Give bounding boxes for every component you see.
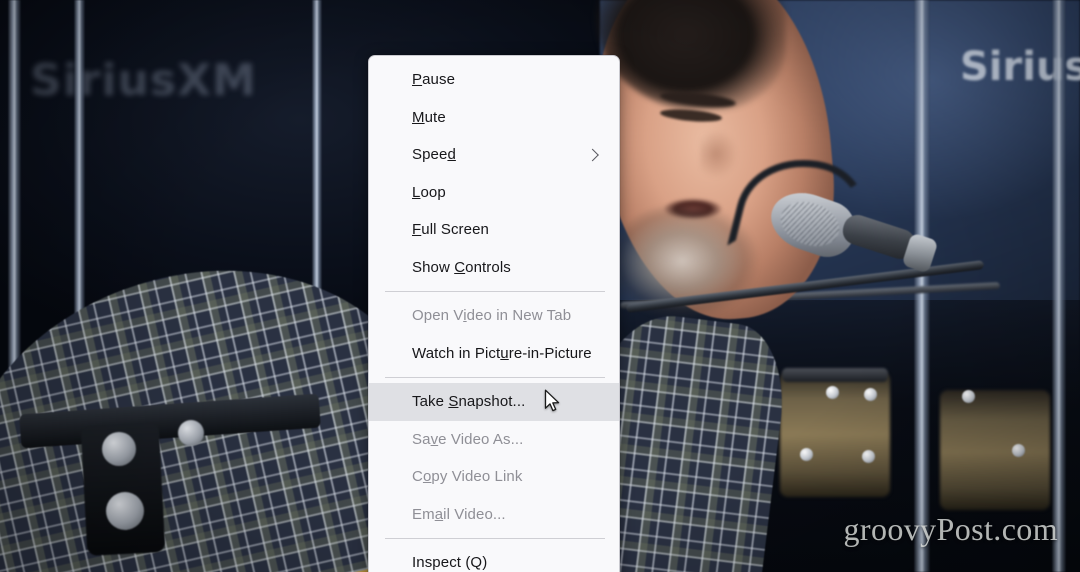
chevron-right-icon (586, 148, 599, 162)
menu-item-email-video: Email Video... (369, 496, 619, 534)
guitar-knob (102, 432, 136, 466)
menu-item-label: Show Controls (412, 258, 511, 276)
menu-item-label: Open Video in New Tab (412, 307, 572, 325)
drum-tom-right (940, 390, 1050, 510)
drum-lug (864, 388, 877, 401)
guitar-knob (106, 492, 144, 530)
menu-item-copy-video-link: Copy Video Link (369, 458, 619, 496)
menu-item-label: Mute (412, 108, 446, 126)
menu-item-loop[interactable]: Loop (369, 174, 619, 212)
studio-pole-5 (1052, 0, 1066, 572)
menu-item-label: Full Screen (412, 221, 489, 239)
menu-item-label: Email Video... (412, 505, 506, 523)
menu-item-label: Speed (412, 146, 456, 164)
menu-item-label: Loop (412, 183, 446, 201)
singer-nose (700, 120, 758, 186)
menu-separator (385, 377, 605, 378)
menu-item-mute[interactable]: Mute (369, 99, 619, 137)
drum-lug (826, 386, 839, 399)
site-watermark: groovyPost.com (843, 511, 1058, 547)
menu-item-label: Inspect (Q) (412, 554, 488, 572)
menu-item-inspect-q[interactable]: Inspect (Q) (369, 544, 619, 572)
drum-lug (1012, 444, 1025, 457)
menu-item-pause[interactable]: Pause (369, 61, 619, 99)
menu-item-save-video-as: Save Video As... (369, 421, 619, 459)
menu-item-full-screen[interactable]: Full Screen (369, 211, 619, 249)
menu-item-label: Watch in Picture-in-Picture (412, 344, 592, 362)
menu-item-label: Take Snapshot... (412, 393, 526, 411)
menu-separator (385, 538, 605, 539)
menu-item-label: Pause (412, 71, 456, 89)
backdrop-logo-left: SiriusXM (30, 55, 257, 106)
menu-item-watch-in-picture-in-picture[interactable]: Watch in Picture-in-Picture (369, 335, 619, 373)
drum-lug (862, 450, 875, 463)
drum-lug (800, 448, 813, 461)
studio-pole-2 (74, 0, 85, 330)
menu-item-open-video-in-new-tab: Open Video in New Tab (369, 297, 619, 335)
menu-item-label: Save Video As... (412, 430, 524, 448)
drum-rim (782, 368, 888, 382)
video-context-menu[interactable]: Pause Mute Speed Loop Full Screen Show Contro… (368, 55, 620, 572)
drum-lug (962, 390, 975, 403)
studio-pole-3 (312, 0, 322, 300)
menu-item-show-controls[interactable]: Show Controls (369, 249, 619, 287)
menu-item-speed[interactable]: Speed (369, 136, 619, 174)
menu-separator (385, 291, 605, 292)
menu-item-take-snapshot[interactable]: Take Snapshot... (369, 383, 619, 421)
menu-item-label: Copy Video Link (412, 468, 523, 486)
guitar-knob (178, 420, 204, 446)
screenshot-stage: SiriusXM Sirius groovyPost.com Pause Mut… (0, 0, 1080, 572)
